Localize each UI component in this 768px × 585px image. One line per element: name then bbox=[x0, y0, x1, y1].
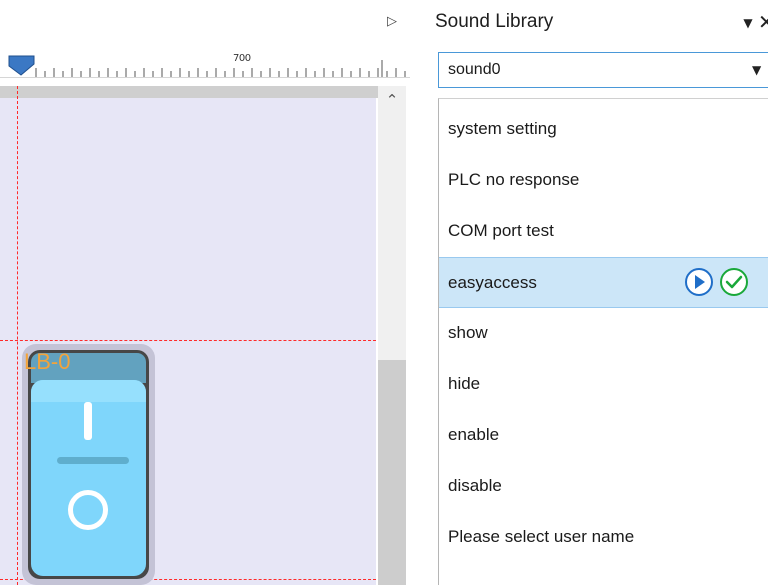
sound-item-label: enable bbox=[448, 425, 500, 444]
toggle-switch-widget[interactable]: LB-0 bbox=[22, 344, 155, 585]
switch-face-highlight bbox=[31, 380, 146, 402]
guide-line-horizontal bbox=[0, 340, 376, 341]
sound-list-item[interactable]: PLC no response bbox=[439, 155, 768, 206]
switch-divider bbox=[57, 457, 129, 464]
sound-list-item[interactable]: show bbox=[439, 308, 768, 359]
ruler-marker-icon[interactable] bbox=[8, 54, 36, 76]
sound-item-label: easyaccess bbox=[448, 273, 537, 292]
sound-list-item[interactable]: hide bbox=[439, 359, 768, 410]
sound-list-item[interactable]: Please select user name bbox=[439, 512, 768, 563]
scrollbar-thumb[interactable] bbox=[378, 360, 406, 585]
sound-select[interactable]: sound0 ▼ bbox=[438, 52, 768, 88]
sound-list: system setting PLC no response COM port … bbox=[438, 98, 768, 585]
switch-on-bar-icon bbox=[84, 402, 92, 440]
switch-label: LB-0 bbox=[24, 349, 71, 374]
panel-title: Sound Library bbox=[435, 11, 554, 32]
ruler-label: 700 bbox=[233, 53, 251, 64]
sound-list-item-selected[interactable]: easyaccess bbox=[439, 257, 768, 308]
sound-list-item[interactable]: system setting bbox=[439, 104, 768, 155]
check-circle-icon[interactable] bbox=[720, 268, 748, 296]
sound-list-item[interactable]: COM port test bbox=[439, 206, 768, 257]
sound-list-item[interactable]: enable bbox=[439, 410, 768, 461]
dropdown-triangle-icon[interactable]: ▼ bbox=[740, 16, 756, 30]
play-circle-icon[interactable] bbox=[685, 268, 713, 296]
tab-strip: ▷ bbox=[0, 0, 410, 46]
guide-line-vertical bbox=[17, 86, 18, 585]
ruler-ticks bbox=[35, 60, 406, 77]
sound-item-label: show bbox=[448, 323, 488, 342]
chevron-up-icon[interactable]: ⌃ bbox=[378, 86, 406, 112]
app-window: ▷ 700 ⌃ LB-0 Sound Library ▼ ✕ sound0 ▼ … bbox=[0, 0, 768, 585]
sound-library-panel: Sound Library ▼ ✕ sound0 ▼ system settin… bbox=[426, 0, 768, 585]
sound-item-label: system setting bbox=[448, 119, 557, 138]
design-area: ▷ 700 ⌃ LB-0 bbox=[0, 0, 410, 585]
close-x-icon[interactable]: ✕ bbox=[758, 11, 768, 33]
sound-item-label: hide bbox=[448, 374, 481, 393]
sound-item-label: disable bbox=[448, 476, 502, 495]
horizontal-scroll-strip[interactable] bbox=[0, 86, 380, 98]
chevron-down-icon[interactable]: ▼ bbox=[752, 61, 761, 79]
horizontal-ruler bbox=[0, 46, 410, 78]
sound-list-item[interactable]: disable bbox=[439, 461, 768, 512]
switch-off-circle-icon bbox=[68, 490, 108, 530]
sound-select-value: sound0 bbox=[448, 61, 501, 78]
sound-item-label: PLC no response bbox=[448, 170, 580, 189]
sound-item-label: COM port test bbox=[448, 221, 554, 240]
triangle-right-icon[interactable]: ▷ bbox=[384, 12, 400, 32]
vertical-scrollbar[interactable]: ⌃ bbox=[378, 86, 406, 585]
sound-item-label: Please select user name bbox=[448, 527, 635, 546]
